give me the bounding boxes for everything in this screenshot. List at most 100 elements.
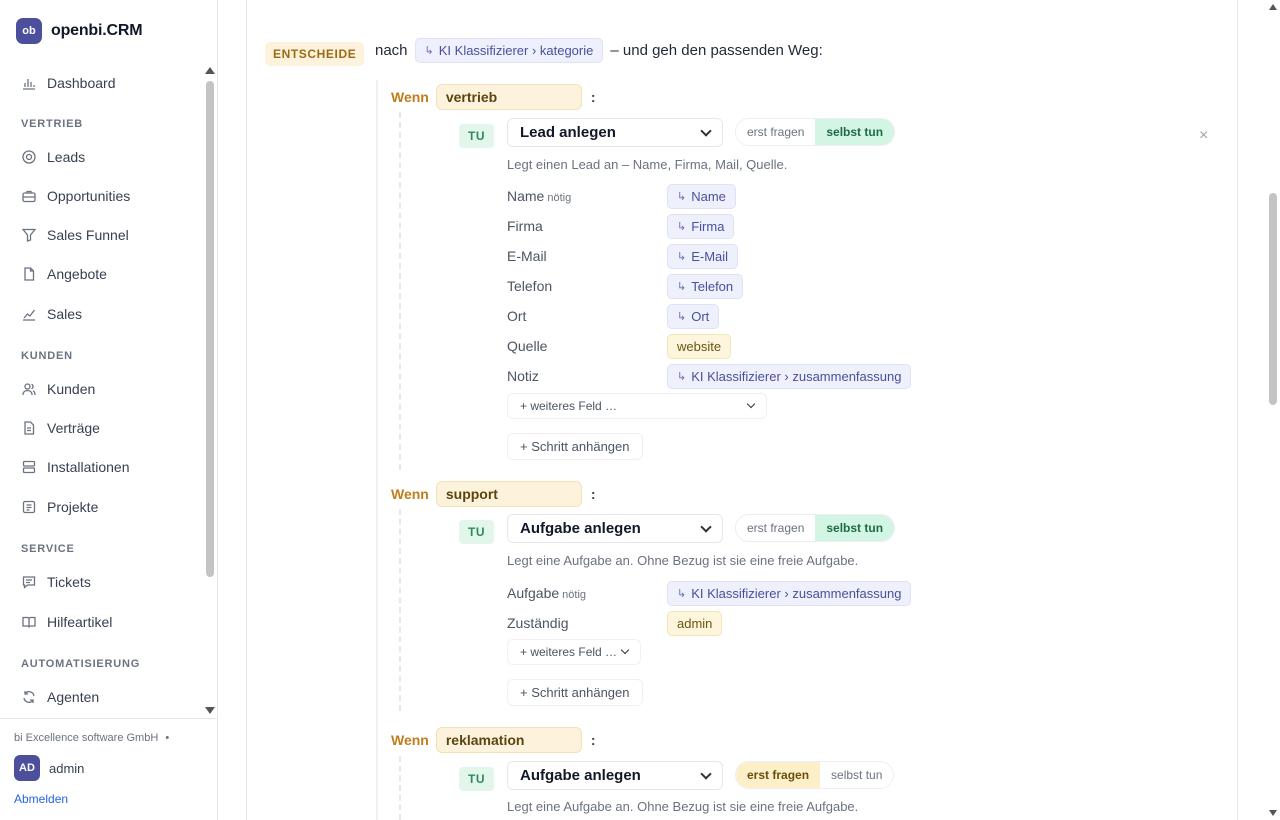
wenn-label: Wenn [391, 486, 429, 502]
sidebar-item-dashboard[interactable]: Dashboard [22, 73, 116, 93]
sidebar-item-installationen[interactable]: Installationen [22, 457, 130, 477]
field-value-chip[interactable]: admin [667, 610, 723, 636]
sidebar-item-opportunities[interactable]: Opportunities [22, 186, 130, 206]
sidebar-item-kunden[interactable]: Kunden [22, 379, 95, 399]
field-value-chip[interactable]: ↳ KI Klassifizierer › zusammenfassung [667, 363, 912, 389]
sidebar-item-vertraege[interactable]: Verträge [22, 418, 100, 438]
sidebar-item-sales-funnel[interactable]: Sales Funnel [22, 225, 129, 245]
condition-value-input[interactable]: support [435, 481, 582, 507]
field-row-ort: Ort ↳ Ort [507, 303, 720, 329]
sidebar-item-angebote[interactable]: Angebote [22, 264, 107, 284]
refresh-icon [22, 690, 36, 704]
field-value-chip[interactable]: ↳ E-Mail [667, 243, 739, 269]
field-value-chip[interactable]: ↳ Ort [667, 303, 720, 329]
chip-label: Name [691, 188, 726, 204]
mode-option-self[interactable]: selbst tun [815, 515, 895, 541]
action-select-value: Aufgabe anlegen [520, 767, 641, 784]
target-icon [22, 150, 36, 164]
required-hint: nötig [547, 192, 572, 204]
field-row-telefon: Telefon ↳ Telefon [507, 273, 744, 299]
field-label: Zuständig [507, 615, 569, 631]
field-label: Quelle [507, 338, 548, 354]
action-select[interactable]: Lead anlegen [507, 118, 723, 147]
mode-toggle[interactable]: erst fragen selbst tun [735, 761, 895, 789]
decision-source-chip[interactable]: ↳ KI Klassifizierer › kategorie [414, 38, 604, 63]
sidebar-item-label: Projekte [47, 499, 99, 515]
field-value-chip[interactable]: ↳ Telefon [667, 273, 744, 299]
action-select[interactable]: Aufgabe anlegen [507, 761, 723, 790]
mode-option-ask[interactable]: erst fragen [736, 515, 816, 541]
sidebar-item-label: Installationen [47, 459, 130, 475]
avatar: AD [14, 755, 40, 781]
reference-arrow-icon: ↳ [677, 310, 687, 323]
field-value-chip[interactable]: ↳ Firma [667, 213, 735, 239]
condition-value-input[interactable]: reklamation [435, 727, 582, 753]
sidebar-scrollbar[interactable] [204, 63, 216, 718]
briefcase-icon [22, 189, 36, 203]
sidebar-item-sales[interactable]: Sales [22, 304, 82, 324]
action-description: Legt eine Aufgabe an. Ohne Bezug ist sie… [507, 553, 859, 568]
close-icon[interactable]: × [1199, 127, 1208, 145]
reference-arrow-icon: ↳ [677, 250, 687, 263]
add-step-button[interactable]: + Schritt anhängen [507, 433, 643, 460]
field-row-email: E-Mail ↳ E-Mail [507, 243, 739, 269]
sidebar-item-tickets[interactable]: Tickets [22, 572, 91, 592]
chip-label: KI Klassifizierer › kategorie [438, 43, 594, 58]
field-value-chip[interactable]: ↳ Name [667, 183, 736, 209]
mode-option-self[interactable]: selbst tun [820, 762, 894, 788]
mode-toggle[interactable]: erst fragen selbst tun [735, 514, 896, 542]
scroll-down-arrow-icon[interactable] [1269, 810, 1277, 816]
sidebar: ob openbi.CRM Dashboard VERTRIEB Leads O… [0, 0, 218, 820]
reference-arrow-icon: ↳ [677, 280, 687, 293]
book-icon [22, 615, 36, 629]
branch-condition-vertrieb: Wenn vertrieb : [391, 84, 596, 110]
tu-badge: TU [459, 124, 494, 148]
scrollbar-thumb[interactable] [206, 81, 214, 577]
logout-link[interactable]: Abmelden [14, 792, 68, 806]
mode-option-ask[interactable]: erst fragen [736, 119, 816, 145]
mode-option-ask[interactable]: erst fragen [736, 762, 821, 788]
mode-toggle[interactable]: erst fragen selbst tun [735, 118, 896, 146]
sidebar-item-agenten[interactable]: Agenten [22, 687, 99, 707]
tu-badge: TU [459, 520, 494, 544]
mode-option-self[interactable]: selbst tun [815, 119, 895, 145]
sidebar-item-leads[interactable]: Leads [22, 147, 85, 167]
scroll-up-arrow-icon[interactable] [205, 67, 215, 74]
condition-value-input[interactable]: vertrieb [435, 84, 582, 110]
field-row-name: Name nötig ↳ Name [507, 183, 736, 209]
add-field-label: + weiteres Feld … [520, 645, 618, 659]
add-step-button[interactable]: + Schritt anhängen [507, 679, 643, 706]
action-description: Legt eine Aufgabe an. Ohne Bezug ist sie… [507, 799, 859, 814]
add-field-select[interactable]: + weiteres Feld … [507, 639, 641, 665]
document-icon [22, 267, 36, 281]
chevron-down-icon [700, 124, 712, 137]
add-field-select[interactable]: + weiteres Feld … [507, 393, 767, 419]
main-scrollbar[interactable] [1266, 0, 1280, 820]
sidebar-item-hilfeartikel[interactable]: Hilfeartikel [22, 612, 112, 632]
scroll-up-arrow-icon[interactable] [1269, 4, 1277, 10]
sidebar-item-projekte[interactable]: Projekte [22, 497, 98, 517]
sidebar-item-label: Angebote [47, 266, 107, 282]
nav-section-vertrieb: VERTRIEB [21, 118, 84, 130]
add-field-label: + weiteres Feld … [520, 399, 618, 413]
sidebar-item-label: Hilfeartikel [47, 614, 113, 630]
decision-prefix: nach [375, 42, 408, 59]
brand-logo: ob [16, 18, 42, 44]
company-name: bi Excellence software GmbH • [14, 732, 169, 744]
scroll-down-arrow-icon[interactable] [205, 707, 215, 714]
field-value-chip[interactable]: ↳ KI Klassifizierer › zusammenfassung [667, 580, 912, 606]
sidebar-item-label: Leads [47, 149, 86, 165]
sidebar-item-label: Sales [47, 306, 83, 322]
field-label: Name nötig [507, 188, 667, 204]
field-value-chip[interactable]: website [667, 333, 732, 359]
colon: : [590, 732, 596, 748]
action-select[interactable]: Aufgabe anlegen [507, 514, 723, 543]
chevron-down-icon [746, 399, 756, 409]
company-dot: • [165, 732, 170, 744]
chip-label: KI Klassifizierer › zusammenfassung [691, 585, 902, 601]
user-row[interactable]: AD admin [14, 755, 84, 781]
brand[interactable]: ob openbi.CRM [16, 18, 143, 44]
branch-inner-line [399, 756, 401, 820]
sidebar-item-label: Verträge [47, 420, 100, 436]
scrollbar-thumb[interactable] [1269, 193, 1277, 405]
